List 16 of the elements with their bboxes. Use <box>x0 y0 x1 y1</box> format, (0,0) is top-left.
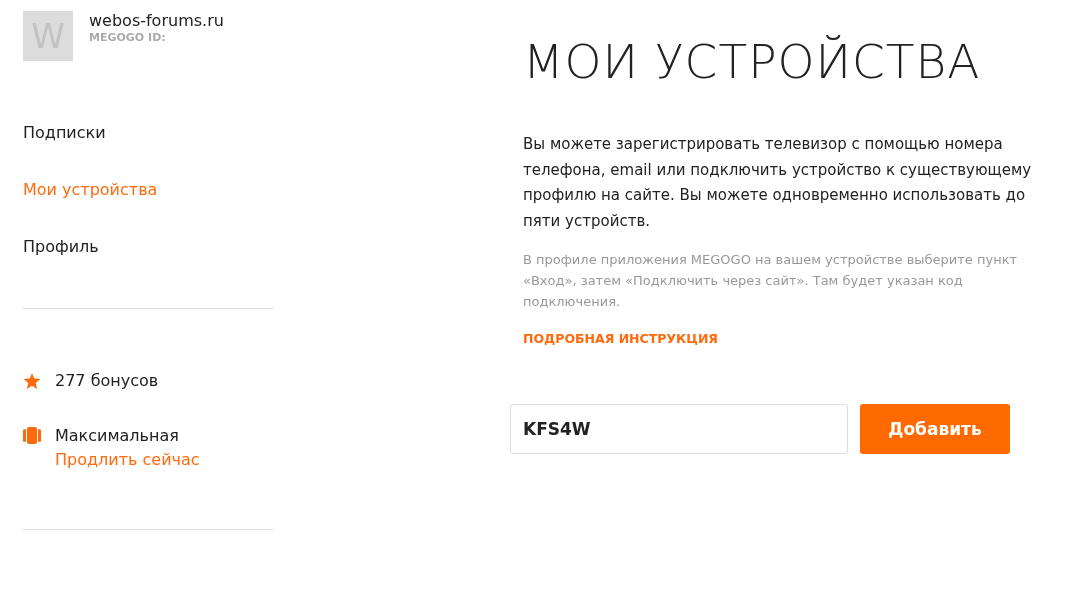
page-title: МОИ УСТРОЙСТВА <box>523 34 982 91</box>
megogo-id-label: MEGOGO ID: <box>89 30 167 47</box>
star-icon <box>23 372 41 390</box>
menu-item[interactable]: Профиль <box>23 237 99 257</box>
user-name: webos-forums.ru <box>89 11 224 31</box>
hint-text: В профиле приложения MEGOGO на вашем устройстве выберите пункт «Вход», затем «Подключить через сайт». Там будет указан код подключения. <box>523 251 1019 312</box>
menu-item[interactable]: Подписки <box>23 123 106 143</box>
add-button[interactable]: Добавить <box>860 404 1010 455</box>
menu-item[interactable]: Мои устройства <box>23 180 158 200</box>
subscription-name: Максимальная <box>55 425 180 447</box>
renew-link[interactable]: Продлить сейчас <box>55 448 200 472</box>
code-input[interactable]: KFS4W <box>510 404 848 455</box>
bonus-count: 277 бонусов <box>55 370 159 392</box>
ticket-icon <box>23 427 41 444</box>
description-text: Вы можете зарегистрировать телевизор с помощью номера телефона, email или подключить устройство к существующему профилю на сайте. Вы можете одновременно использовать до пяти устройств. <box>523 134 1033 232</box>
instructions-link[interactable]: ПОДРОБНАЯ ИНСТРУКЦИЯ <box>523 330 718 350</box>
